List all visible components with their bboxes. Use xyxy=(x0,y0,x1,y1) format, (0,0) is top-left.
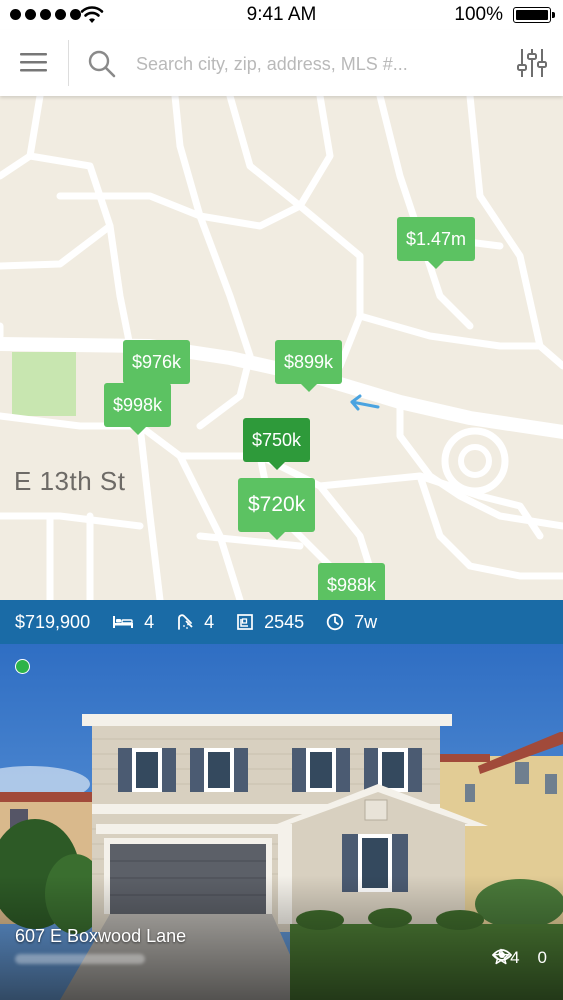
divider xyxy=(68,40,69,86)
clock-icon xyxy=(326,613,344,631)
price-pin-selected[interactable]: $750k xyxy=(243,418,311,470)
price-pin[interactable]: $998k xyxy=(104,383,172,435)
favorite-button[interactable]: 0 xyxy=(492,948,547,968)
price-pin[interactable]: $976k xyxy=(123,340,191,392)
listing-price: $719,900 xyxy=(15,611,91,632)
listing-address: 607 E Boxwood Lane xyxy=(15,926,187,946)
filter-button[interactable] xyxy=(515,46,549,80)
price-pin[interactable]: $720k xyxy=(238,478,316,540)
listing-status-indicator xyxy=(15,659,30,674)
favorite-count: 0 xyxy=(537,948,547,967)
status-bar: 9:41 AM 100% xyxy=(0,0,563,30)
battery-icon xyxy=(513,7,555,23)
bath-count: 4 xyxy=(204,611,215,632)
bed-count: 4 xyxy=(144,611,155,632)
menu-button[interactable] xyxy=(0,30,68,96)
search-input[interactable] xyxy=(134,48,498,80)
listing-photo[interactable]: 607 E Boxwood Lane 4 0 xyxy=(0,644,563,1000)
shower-icon xyxy=(178,614,193,630)
hamburger-icon xyxy=(20,53,47,72)
battery-percentage: 100% xyxy=(454,4,503,25)
map[interactable]: E 13th St $1.47m $976k $899k $998k $750k… xyxy=(0,96,563,600)
star-icon xyxy=(492,948,510,965)
bed-icon xyxy=(113,616,134,628)
sliders-icon xyxy=(517,49,547,77)
listing-sub-address-blurred xyxy=(15,954,145,964)
price-pin[interactable]: $988k xyxy=(318,563,386,600)
magnifier-icon xyxy=(88,50,116,78)
listing-stats: 4 0 xyxy=(492,948,547,968)
square-footage: 2545 xyxy=(264,611,305,632)
listing-info-bar[interactable]: $719,900 4 4 2545 7w xyxy=(0,600,563,644)
square-footage-icon xyxy=(237,614,253,630)
listing-age: 7w xyxy=(354,611,378,632)
views-stat[interactable]: 4 xyxy=(492,948,520,968)
search-bar xyxy=(0,30,563,96)
price-pin[interactable]: $1.47m xyxy=(397,217,476,269)
price-pin[interactable]: $899k xyxy=(275,340,343,392)
street-label: E 13th St xyxy=(14,466,126,496)
